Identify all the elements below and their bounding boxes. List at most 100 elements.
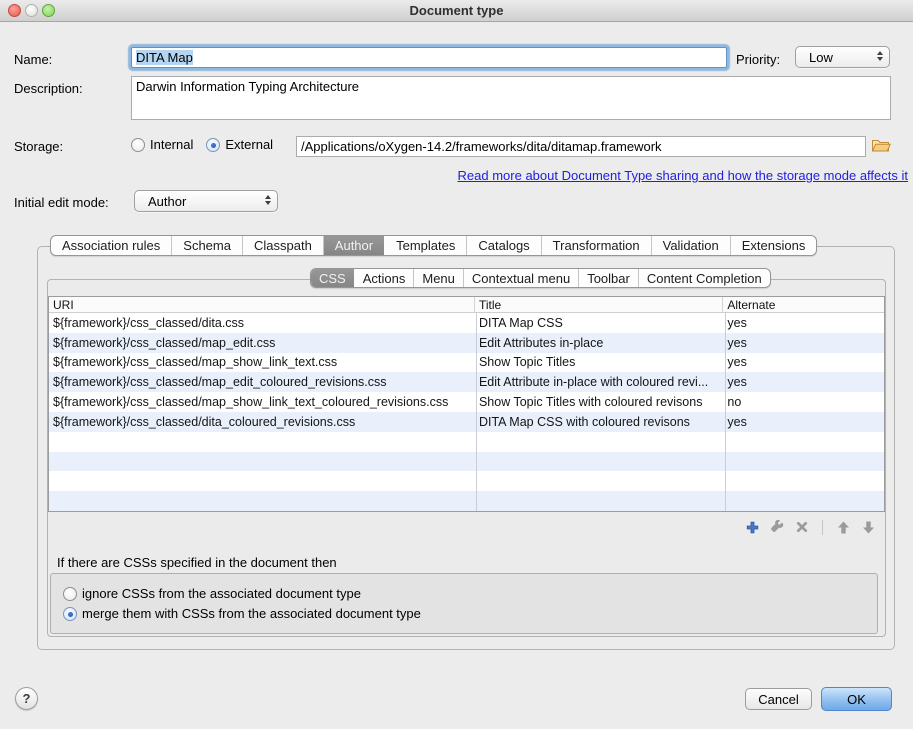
help-question-icon: ? <box>23 691 31 706</box>
name-input[interactable]: DITA Map <box>131 47 727 68</box>
tab-transformation[interactable]: Transformation <box>541 236 651 255</box>
tab-association-rules[interactable]: Association rules <box>51 236 171 255</box>
ok-button[interactable]: OK <box>821 687 892 711</box>
table-cell: ${framework}/css_classed/dita_coloured_r… <box>49 412 475 432</box>
table-cell: ${framework}/css_classed/map_edit.css <box>49 333 475 353</box>
storage-label: Storage: <box>14 139 63 154</box>
name-input-selected-text: DITA Map <box>136 50 193 65</box>
initial-edit-mode-value: Author <box>148 194 186 209</box>
table-cell: ${framework}/css_classed/dita.css <box>49 313 475 333</box>
initial-edit-mode-label: Initial edit mode: <box>14 195 109 210</box>
tab-schema[interactable]: Schema <box>171 236 242 255</box>
toolbar-separator <box>822 520 823 535</box>
tab-toolbar[interactable]: Toolbar <box>578 269 638 287</box>
edit-css-button[interactable] <box>770 520 784 534</box>
table-cell <box>723 432 884 452</box>
table-row[interactable] <box>49 452 884 472</box>
table-row[interactable]: ${framework}/css_classed/dita.cssDITA Ma… <box>49 313 884 333</box>
name-label: Name: <box>14 52 52 67</box>
arrow-up-icon <box>837 521 850 534</box>
radio-icon <box>63 607 77 621</box>
description-label: Description: <box>14 81 83 96</box>
priority-label: Priority: <box>736 52 780 67</box>
table-cell: yes <box>723 313 884 333</box>
title-bar: Document type <box>0 0 913 22</box>
stepper-arrows-icon <box>265 195 271 205</box>
table-row[interactable]: ${framework}/css_classed/map_edit.cssEdi… <box>49 333 884 353</box>
delete-css-button[interactable] <box>795 520 809 534</box>
storage-path-input[interactable]: /Applications/oXygen-14.2/frameworks/dit… <box>296 136 866 157</box>
table-cell: DITA Map CSS with coloured revisons <box>475 412 723 432</box>
table-cell <box>49 452 475 472</box>
table-cell: DITA Map CSS <box>475 313 723 333</box>
table-row[interactable] <box>49 432 884 452</box>
tab-css[interactable]: CSS <box>311 269 354 287</box>
tab-contextual-menu[interactable]: Contextual menu <box>463 269 578 287</box>
tab-menu[interactable]: Menu <box>413 269 463 287</box>
table-cell: ${framework}/css_classed/map_show_link_t… <box>49 353 475 373</box>
table-cell <box>475 432 723 452</box>
folder-icon <box>871 137 891 153</box>
move-down-button[interactable] <box>861 520 875 534</box>
table-row[interactable]: ${framework}/css_classed/map_show_link_t… <box>49 353 884 373</box>
tab-extensions[interactable]: Extensions <box>730 236 817 255</box>
add-css-button[interactable] <box>745 520 759 534</box>
tab-catalogs[interactable]: Catalogs <box>466 236 540 255</box>
help-button[interactable]: ? <box>15 687 38 710</box>
description-input[interactable]: Darwin Information Typing Architecture <box>131 76 891 120</box>
column-header-title[interactable]: Title <box>475 297 723 312</box>
table-cell: Edit Attributes in-place <box>475 333 723 353</box>
table-cell <box>475 471 723 491</box>
column-header-uri[interactable]: URI <box>49 297 475 312</box>
storage-radio-group: Internal External <box>131 137 273 152</box>
priority-dropdown[interactable]: Low <box>795 46 890 68</box>
table-row[interactable]: ${framework}/css_classed/map_edit_colour… <box>49 372 884 392</box>
css-option-radio-ignore-csss-from-the-associated-document[interactable]: ignore CSSs from the associated document… <box>63 586 877 601</box>
radio-icon <box>63 587 77 601</box>
table-cell <box>723 471 884 491</box>
cancel-button[interactable]: Cancel <box>745 688 812 710</box>
table-cell <box>723 491 884 511</box>
table-row[interactable] <box>49 491 884 511</box>
radio-icon <box>131 138 145 152</box>
main-tab-bar: Association rulesSchemaClasspathAuthorTe… <box>50 235 817 256</box>
storage-radio-internal[interactable]: Internal <box>131 137 193 152</box>
tab-templates[interactable]: Templates <box>384 236 466 255</box>
tab-content-completion[interactable]: Content Completion <box>638 269 770 287</box>
table-cell: Edit Attribute in-place with coloured re… <box>475 372 723 392</box>
delete-x-icon <box>796 521 808 533</box>
storage-radio-external[interactable]: External <box>206 137 273 152</box>
author-sub-tab-bar: CSSActionsMenuContextual menuToolbarCont… <box>310 268 771 288</box>
window-title: Document type <box>0 3 913 18</box>
browse-folder-button[interactable] <box>870 135 892 155</box>
tab-validation[interactable]: Validation <box>651 236 730 255</box>
table-row[interactable] <box>49 471 884 491</box>
read-more-link[interactable]: Read more about Document Type sharing an… <box>458 168 908 183</box>
radio-label: External <box>225 137 273 152</box>
wrench-icon <box>770 520 784 534</box>
table-row[interactable]: ${framework}/css_classed/map_show_link_t… <box>49 392 884 412</box>
tab-classpath[interactable]: Classpath <box>242 236 323 255</box>
radio-label: ignore CSSs from the associated document… <box>82 586 361 601</box>
radio-label: merge them with CSSs from the associated… <box>82 606 421 621</box>
plus-icon <box>746 521 759 534</box>
arrow-down-icon <box>862 521 875 534</box>
table-cell: yes <box>723 353 884 373</box>
table-cell: yes <box>723 333 884 353</box>
table-body: ${framework}/css_classed/dita.cssDITA Ma… <box>49 313 884 511</box>
table-cell <box>475 491 723 511</box>
column-header-alternate[interactable]: Alternate <box>723 297 884 312</box>
tab-actions[interactable]: Actions <box>354 269 414 287</box>
table-row[interactable]: ${framework}/css_classed/dita_coloured_r… <box>49 412 884 432</box>
initial-edit-mode-dropdown[interactable]: Author <box>134 190 278 212</box>
table-cell <box>723 452 884 472</box>
column-divider <box>476 313 477 511</box>
table-cell: no <box>723 392 884 412</box>
move-up-button[interactable] <box>836 520 850 534</box>
css-options-group: ignore CSSs from the associated document… <box>50 573 878 634</box>
table-cell: ${framework}/css_classed/map_edit_colour… <box>49 372 475 392</box>
tab-author[interactable]: Author <box>323 236 384 255</box>
table-cell: ${framework}/css_classed/map_show_link_t… <box>49 392 475 412</box>
radio-icon <box>206 138 220 152</box>
css-option-radio-merge-them-with-csss-from-the-associated[interactable]: merge them with CSSs from the associated… <box>63 606 877 621</box>
